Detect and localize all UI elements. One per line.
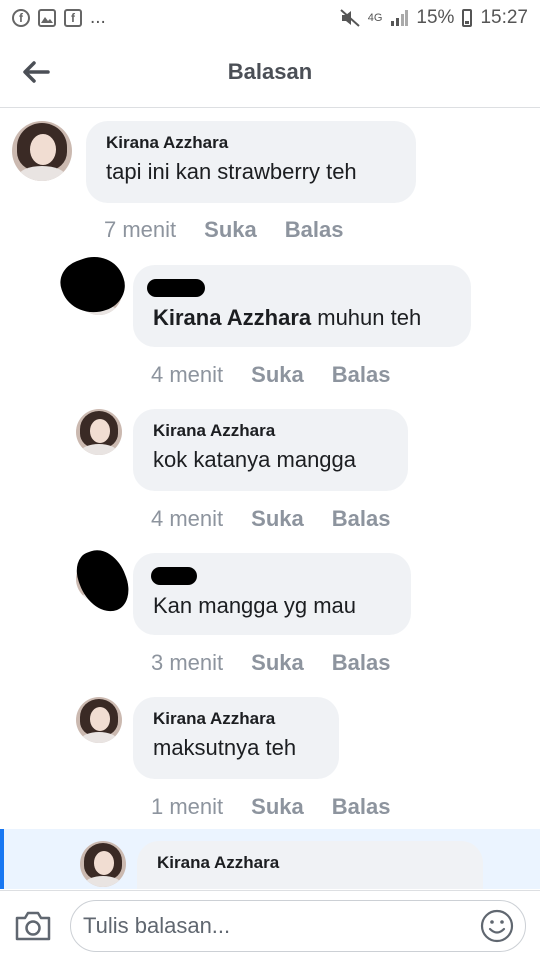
like-button[interactable]: Suka (204, 217, 257, 243)
comment-text: maksutnya teh (153, 735, 297, 760)
redacted-author (151, 567, 197, 585)
comment-text: Kirana Azzhara muhun teh (153, 305, 451, 331)
reply-input[interactable]: Tulis balasan... (70, 899, 526, 952)
more-notifications: ... (90, 7, 106, 28)
image-notification-icon (38, 9, 56, 27)
comment-actions: 3 menit Suka Balas (151, 650, 390, 676)
reply-input-placeholder: Tulis balasan... (83, 912, 231, 938)
comment-bubble[interactable]: Kirana Azzhara muhun teh (133, 265, 471, 347)
comment-actions: 1 menit Suka Balas (151, 794, 390, 820)
like-button[interactable]: Suka (251, 794, 304, 820)
facebook-notification-icon: f (12, 9, 30, 27)
comment-time[interactable]: 1 menit (151, 794, 223, 820)
clock: 15:27 (480, 7, 528, 28)
comment-author[interactable]: Kirana Azzhara (153, 709, 319, 729)
mute-icon (340, 9, 360, 27)
comment-time[interactable]: 4 menit (151, 506, 223, 532)
status-bar: f f ... 4G 15% 15:27 (0, 0, 540, 36)
redaction-scribble (70, 543, 136, 619)
redacted-author (147, 279, 205, 297)
mention-tag[interactable]: Kirana Azzhara (153, 305, 311, 330)
comment-author[interactable]: Kirana Azzhara (157, 853, 463, 873)
reply-button[interactable]: Balas (332, 362, 391, 388)
comment-bubble[interactable]: Kan mangga yg mau (133, 553, 411, 635)
like-button[interactable]: Suka (251, 506, 304, 532)
page-title: Balasan (227, 58, 313, 84)
comment-actions: 4 menit Suka Balas (151, 362, 390, 388)
camera-button[interactable] (14, 910, 52, 942)
battery-percent: 15% (416, 7, 455, 28)
comment-time[interactable]: 3 menit (151, 650, 223, 676)
avatar[interactable] (12, 121, 72, 181)
comment-text: tapi ini kan strawberry teh (106, 159, 357, 184)
comment-author[interactable]: Kirana Azzhara (106, 133, 396, 153)
network-type: 4G (367, 12, 383, 24)
page-header: Balasan (0, 36, 540, 108)
back-button[interactable] (18, 54, 54, 90)
avatar[interactable] (76, 697, 122, 743)
comment-time[interactable]: 7 menit (104, 217, 176, 243)
reply-button[interactable]: Balas (332, 794, 391, 820)
facebook-app-icon: f (64, 9, 82, 27)
arrow-left-icon (23, 61, 50, 83)
signal-icon (391, 10, 409, 26)
comment-bubble[interactable]: Kirana Azzhara maksutnya teh (133, 697, 339, 779)
battery-icon (462, 9, 473, 27)
camera-icon (15, 911, 51, 940)
reply-button[interactable]: Balas (332, 506, 391, 532)
smiley-icon[interactable] (479, 908, 515, 944)
comment-bubble[interactable]: Kirana Azzhara (137, 841, 483, 889)
comment-actions: 4 menit Suka Balas (151, 506, 390, 532)
redaction-scribble (54, 248, 132, 322)
reply-composer: Tulis balasan... (0, 890, 540, 960)
comment-text: Kan mangga yg mau (153, 593, 357, 618)
comment-actions: 7 menit Suka Balas (104, 217, 343, 243)
reply-button[interactable]: Balas (285, 217, 344, 243)
comment-bubble[interactable]: Kirana Azzhara tapi ini kan strawberry t… (86, 121, 416, 203)
reply-thread[interactable]: Kirana Azzhara tapi ini kan strawberry t… (0, 109, 540, 889)
comment-bubble[interactable]: Kirana Azzhara kok katanya mangga (133, 409, 408, 491)
comment-time[interactable]: 4 menit (151, 362, 223, 388)
comment-author[interactable]: Kirana Azzhara (153, 421, 388, 441)
like-button[interactable]: Suka (251, 362, 304, 388)
like-button[interactable]: Suka (251, 650, 304, 676)
reply-button[interactable]: Balas (332, 650, 391, 676)
avatar[interactable] (80, 841, 126, 887)
comment-text-body: muhun teh (311, 305, 422, 330)
comment-text: kok katanya mangga (153, 447, 357, 472)
avatar[interactable] (76, 409, 122, 455)
notification-icons: f f ... (12, 7, 106, 29)
